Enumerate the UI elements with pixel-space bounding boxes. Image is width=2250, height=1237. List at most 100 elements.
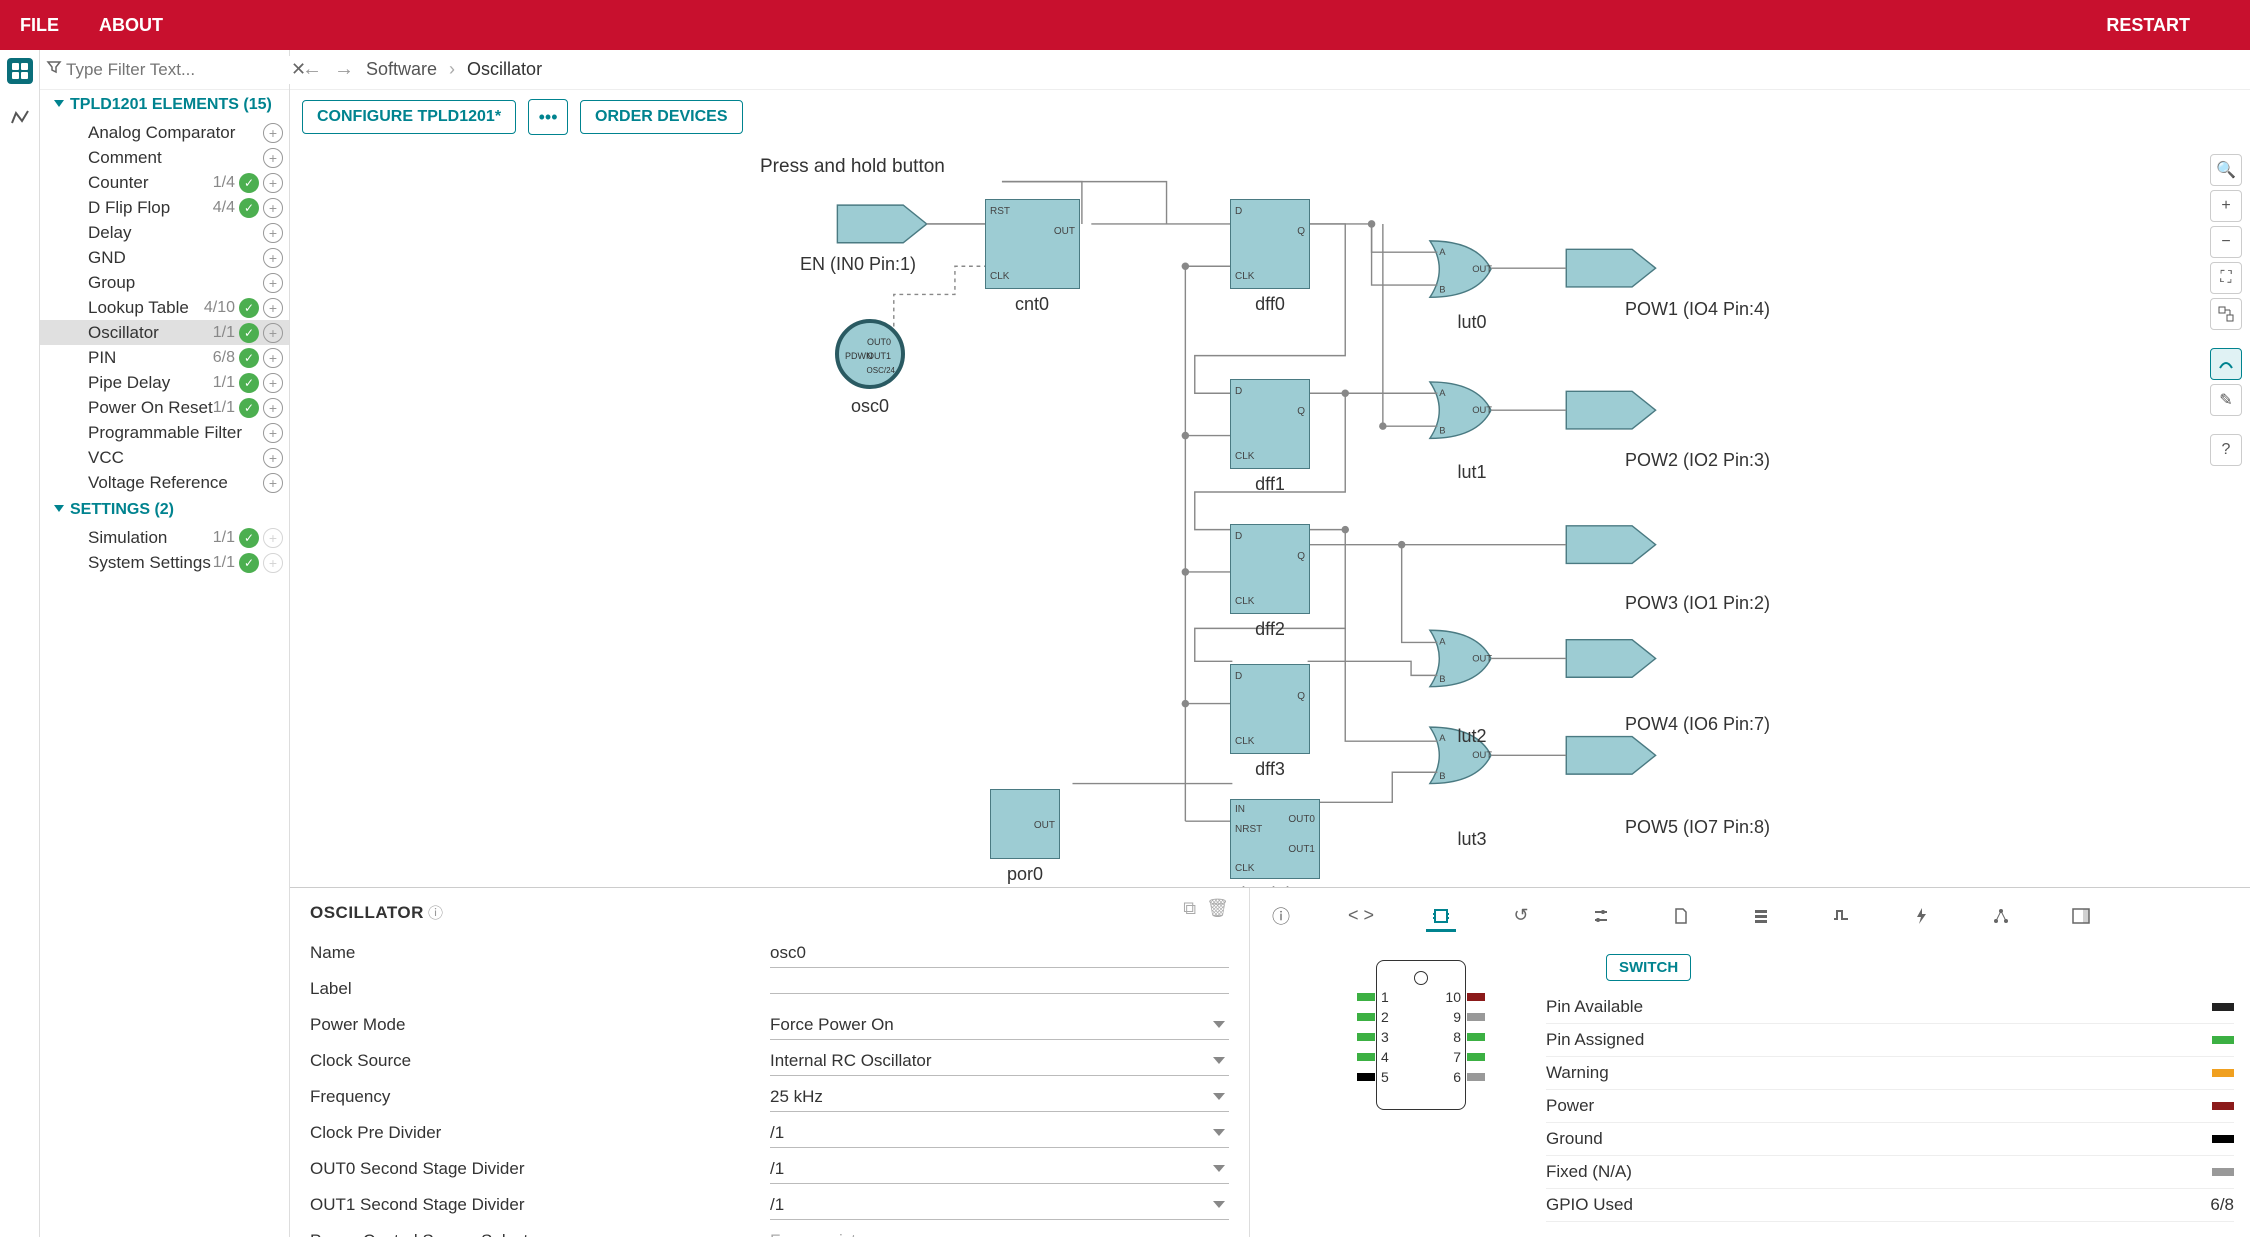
field-frequency[interactable]: 25 kHz [770,1083,1229,1112]
block-pow3[interactable] [1566,526,1655,564]
tree-item-pipe-delay[interactable]: Pipe Delay1/1✓+ [40,370,289,395]
tab-sliders-icon[interactable] [1586,902,1616,932]
tree-item-vcc[interactable]: VCC+ [40,445,289,470]
tab-share-icon[interactable] [1986,902,2016,932]
field-name[interactable]: osc0 [770,939,1229,968]
nav-back-icon[interactable]: ← [302,58,322,81]
order-devices-button[interactable]: ORDER DEVICES [580,100,742,134]
label-dff3: dff3 [1255,759,1285,780]
tool-zoom-in-icon[interactable]: + [2210,190,2242,222]
field-out1-second-stage-divider[interactable]: /1 [770,1191,1229,1220]
rail-waveform-icon[interactable] [7,104,33,130]
delete-icon[interactable]: 🗑 [1206,898,1229,919]
crumb-software[interactable]: Software [366,59,437,80]
tree-item-power-on-reset[interactable]: Power On Reset1/1✓+ [40,395,289,420]
block-pow2[interactable] [1566,391,1655,429]
field-label[interactable] [770,985,1229,994]
menu-file[interactable]: FILE [20,15,59,36]
tree-item-analog-comparator[interactable]: Analog Comparator+ [40,120,289,145]
tool-route-icon[interactable] [2210,348,2242,380]
block-por0[interactable]: OUT [990,789,1060,859]
block-pow1[interactable] [1566,249,1655,287]
block-en[interactable] [837,205,926,243]
field-out0-second-stage-divider[interactable]: /1 [770,1155,1229,1184]
tree-item-d-flip-flop[interactable]: D Flip Flop4/4✓+ [40,195,289,220]
label-dff2: dff2 [1255,619,1285,640]
tree-item-voltage-reference[interactable]: Voltage Reference+ [40,470,289,495]
tab-panel-icon[interactable] [2066,902,2096,932]
filter-icon[interactable] [46,59,62,80]
tab-pulse-icon[interactable] [1826,902,1856,932]
tab-chip-icon[interactable] [1426,902,1456,932]
tree-item-gnd[interactable]: GND+ [40,245,289,270]
tree-item-oscillator[interactable]: Oscillator1/1✓+ [40,320,289,345]
tree-item-comment[interactable]: Comment+ [40,145,289,170]
tree: TPLD1201 ELEMENTS (15) Analog Comparator… [40,90,289,1237]
field-clock-pre-divider[interactable]: /1 [770,1119,1229,1148]
filter-input[interactable] [62,56,291,84]
block-osc0[interactable]: PDWN OUT0 OUT1 OSC/24 [835,319,905,389]
hint-text: Press and hold button [760,156,945,178]
tree-item-counter[interactable]: Counter1/4✓+ [40,170,289,195]
prop-clock-pre-divider: Clock Pre Divider/1 [310,1117,1229,1149]
tool-pencil-icon[interactable]: ✎ [2210,384,2242,416]
menu-about[interactable]: ABOUT [99,15,163,36]
tool-fit-icon[interactable]: ⛶ [2210,262,2242,294]
tool-help-icon[interactable]: ? [2210,434,2242,466]
label-por0: por0 [1007,864,1043,885]
tab-info-icon[interactable]: ⓘ [1266,902,1296,932]
tree-item-programmable-filter[interactable]: Programmable Filter+ [40,420,289,445]
tool-hierarchy-icon[interactable] [2210,298,2242,330]
tab-doc-icon[interactable] [1666,902,1696,932]
block-dff3[interactable]: D Q CLK [1230,664,1310,754]
label-pipedelay0: pipedelay0 [1231,884,1318,887]
canvas-tools: 🔍 + − ⛶ ✎ ? [2210,154,2242,466]
block-dff0[interactable]: D Q CLK [1230,199,1310,289]
label-dff0: dff0 [1255,294,1285,315]
tool-zoom-out-icon[interactable]: − [2210,226,2242,258]
tree-section-settings[interactable]: SETTINGS (2) [40,495,289,525]
svg-text:A: A [1439,732,1446,743]
tree-item-simulation[interactable]: Simulation1/1✓+ [40,525,289,550]
tab-stack-icon[interactable] [1746,902,1776,932]
filter-row: ✕ [40,50,289,90]
legend-pin-available: Pin Available [1546,991,2234,1024]
label-dff1: dff1 [1255,474,1285,495]
tab-code-icon[interactable]: < > [1346,902,1376,932]
rail-components-icon[interactable] [7,58,33,84]
more-button[interactable]: ••• [528,99,568,135]
field-power-mode[interactable]: Force Power On [770,1011,1229,1040]
tree-item-group[interactable]: Group+ [40,270,289,295]
info-icon[interactable]: ⓘ [428,905,443,922]
tree-item-delay[interactable]: Delay+ [40,220,289,245]
tree-item-pin[interactable]: PIN6/8✓+ [40,345,289,370]
block-pow4[interactable] [1566,640,1655,678]
tool-search-icon[interactable]: 🔍 [2210,154,2242,186]
prop-clock-source: Clock SourceInternal RC Oscillator [310,1045,1229,1077]
legend: SWITCH Pin AvailablePin AssignedWarningP… [1546,954,2234,1222]
block-dff1[interactable]: D Q CLK [1230,379,1310,469]
nav-forward-icon[interactable]: → [334,58,354,81]
prop-name: Nameosc0 [310,937,1229,969]
block-dff2[interactable]: D Q CLK [1230,524,1310,614]
block-cnt0[interactable]: RST OUT CLK [985,199,1080,289]
menu-restart[interactable]: RESTART [2106,15,2190,36]
tab-bolt-icon[interactable] [1906,902,1936,932]
switch-button[interactable]: SWITCH [1606,954,1691,981]
copy-icon[interactable]: ⧉ [1183,898,1196,919]
block-pow5[interactable] [1566,737,1655,775]
tab-history-icon[interactable]: ↺ [1506,902,1536,932]
chip-diagram: 12345109876 [1376,960,1466,1110]
field-power-control-source-select[interactable]: From register [770,1227,1229,1237]
schematic-canvas[interactable]: A B OUT A B OUT A B OUT A B OUT Press an… [290,144,2250,887]
tree-section-elements[interactable]: TPLD1201 ELEMENTS (15) [40,90,289,120]
block-pipedelay0[interactable]: IN NRST CLK OUT0 OUT1 [1230,799,1320,879]
tree-item-lookup-table[interactable]: Lookup Table4/10✓+ [40,295,289,320]
svg-text:B: B [1439,284,1445,295]
configure-button[interactable]: CONFIGURE TPLD1201* [302,100,516,134]
svg-text:A: A [1439,246,1446,257]
field-clock-source[interactable]: Internal RC Oscillator [770,1047,1229,1076]
crumb-oscillator[interactable]: Oscillator [467,59,542,80]
tree-item-system-settings[interactable]: System Settings1/1✓+ [40,550,289,575]
svg-text:B: B [1439,425,1445,436]
